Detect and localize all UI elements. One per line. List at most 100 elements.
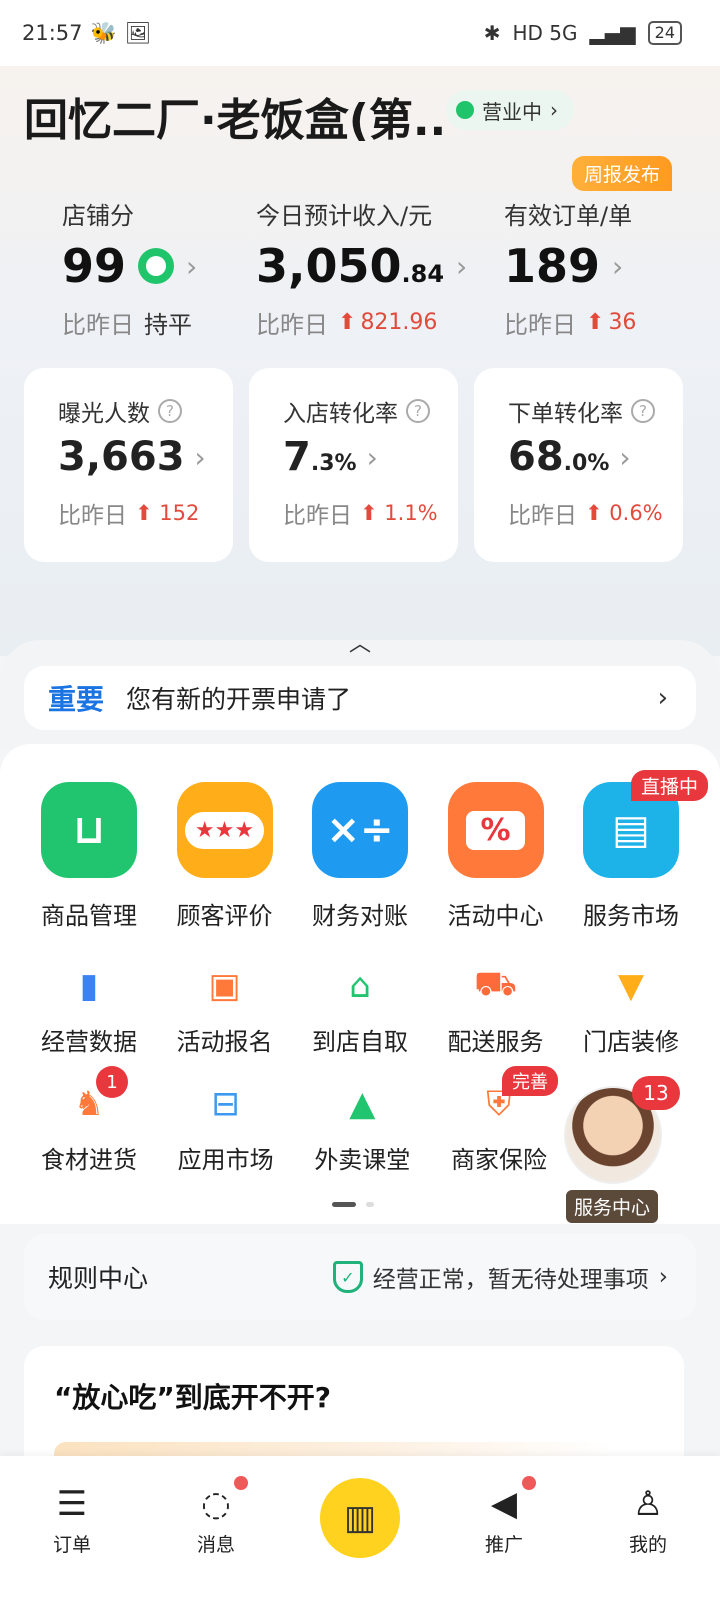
tab-messages[interactable]: ◌ 消息 bbox=[166, 1476, 266, 1557]
unread-dot bbox=[522, 1476, 536, 1490]
tool-label: 服务市场 bbox=[583, 902, 679, 930]
secondary-tools-row-2: ♞ 1 食材进货 ⊟ 应用市场 ▲ 外卖课堂 ⛨ 完善 商家保险 bbox=[24, 1066, 564, 1175]
tool-service-market[interactable]: ▤ 直播中 服务市场 bbox=[566, 770, 708, 931]
tab-orders[interactable]: ☰ 订单 bbox=[22, 1482, 122, 1557]
tool-delivery-service[interactable]: ⛟ 配送服务 bbox=[431, 962, 561, 1057]
tool-activity-center[interactable]: % 活动中心 bbox=[431, 782, 561, 931]
tool-product-management[interactable]: ⊔ 商品管理 bbox=[24, 782, 154, 931]
main-tools-row: ⊔ 商品管理 ★★★ 顾客评价 ×÷ 财务对账 % 活动中心 ▤ 直播中 服务市… bbox=[24, 770, 708, 931]
store-name[interactable]: 回忆二厂·老饭盒(第... bbox=[24, 84, 444, 148]
tab-store-center[interactable]: ▥ bbox=[310, 1478, 410, 1558]
metric-estimated-income[interactable]: 今日预计收入/元 3,050.84 › 比昨日 ⬆ 821.96 bbox=[256, 196, 467, 340]
metric-value: 189 › bbox=[504, 239, 636, 293]
tool-customer-reviews[interactable]: ★★★ 顾客评价 bbox=[160, 782, 290, 931]
tool-activity-signup[interactable]: ▣ 活动报名 bbox=[160, 962, 290, 1057]
metric-compare: 比昨日 持平 bbox=[62, 305, 197, 340]
scooter-icon: ⛟ bbox=[474, 963, 517, 1004]
battery-indicator: 24 bbox=[647, 21, 682, 45]
status-bar: 21:57 🐝 🖼 ✱ HD 5G ▂▄▆ 24 bbox=[0, 0, 720, 66]
service-center-label: 服务中心 bbox=[566, 1190, 659, 1223]
compare-value: 持平 bbox=[144, 311, 192, 339]
card-value: 68.0% bbox=[508, 434, 610, 480]
profile-icon: ♙ bbox=[632, 1484, 664, 1524]
metric-label: 店铺分 bbox=[62, 202, 134, 230]
calculator-icon: ×÷ bbox=[312, 782, 408, 878]
card-label: 下单转化率 bbox=[508, 401, 623, 427]
status-bar-right: ✱ HD 5G ▂▄▆ 24 bbox=[484, 21, 682, 45]
compare-increase: ⬆ 0.6% bbox=[585, 501, 663, 525]
count-badge: 1 bbox=[96, 1066, 128, 1098]
tool-takeout-classroom[interactable]: ▲ 外卖课堂 bbox=[297, 1080, 427, 1175]
weekly-report-badge[interactable]: 周报发布 bbox=[571, 156, 672, 191]
tab-label: 推广 bbox=[484, 1534, 523, 1556]
tab-promotion[interactable]: ◀ 推广 bbox=[454, 1476, 554, 1557]
clock: 21:57 bbox=[22, 21, 83, 45]
store-status-label: 营业中 bbox=[482, 99, 542, 124]
rules-status: ✓ 经营正常，暂无待处理事项 › bbox=[332, 1260, 668, 1294]
help-icon[interactable]: ? bbox=[406, 399, 430, 423]
tool-label: 外卖课堂 bbox=[314, 1146, 411, 1174]
tool-label: 商家保险 bbox=[450, 1146, 547, 1174]
paint-brush-icon: ▼ bbox=[617, 966, 645, 1006]
metric-label: 有效订单/单 bbox=[504, 202, 633, 230]
store-status-button[interactable]: 营业中 › bbox=[446, 90, 574, 130]
tool-business-data[interactable]: ▮ 经营数据 bbox=[24, 962, 154, 1057]
store-center-icon: ▥ bbox=[320, 1478, 400, 1558]
signal-icon: ▂▄▆ bbox=[589, 21, 636, 45]
collapse-chevron-up-icon[interactable]: ︿ bbox=[330, 626, 390, 660]
secondary-tools-row-1: ▮ 经营数据 ▣ 活动报名 ⌂ 到店自取 ⛟ 配送服务 ▼ 门店装修 bbox=[24, 962, 696, 1057]
store-score-value: 99 bbox=[62, 239, 127, 293]
tool-merchant-insurance[interactable]: ⛨ 完善 商家保险 bbox=[434, 1066, 564, 1175]
rules-center[interactable]: 规则中心 ✓ 经营正常，暂无待处理事项 › bbox=[24, 1234, 696, 1320]
tool-store-decoration[interactable]: ▼ 门店装修 bbox=[566, 962, 696, 1057]
card-label: 曝光人数 bbox=[58, 401, 150, 427]
tool-label: 经营数据 bbox=[41, 1028, 137, 1056]
notice-tag: 重要 bbox=[48, 683, 105, 716]
tool-label: 门店装修 bbox=[583, 1028, 679, 1056]
tool-app-market[interactable]: ⊟ 应用市场 bbox=[161, 1080, 291, 1175]
chevron-right-icon: › bbox=[550, 98, 558, 122]
tab-profile[interactable]: ♙ 我的 bbox=[598, 1482, 698, 1557]
tool-self-pickup[interactable]: ⌂ 到店自取 bbox=[295, 962, 425, 1057]
order-icon: ☰ bbox=[56, 1484, 88, 1524]
metric-value: 99 › bbox=[62, 239, 197, 293]
card-exposure[interactable]: 曝光人数? 3,663 › 比昨日 ⬆ 152 bbox=[24, 368, 233, 562]
tab-label: 消息 bbox=[196, 1534, 235, 1556]
chevron-right-icon: › bbox=[619, 440, 631, 474]
orders-value: 189 bbox=[504, 239, 601, 293]
service-center-float[interactable]: 13 服务中心 bbox=[564, 1076, 680, 1223]
tool-label: 食材进货 bbox=[41, 1146, 137, 1174]
notification-icon: 🐝 bbox=[90, 20, 117, 45]
rating-bubble-icon: ★★★ bbox=[176, 782, 273, 878]
tool-ingredient-purchase[interactable]: ♞ 1 食材进货 bbox=[24, 1066, 154, 1175]
card-label: 入店转化率 bbox=[283, 401, 398, 427]
metric-valid-orders[interactable]: 有效订单/单 189 › 比昨日 ⬆ 36 bbox=[504, 196, 636, 340]
pager-dot bbox=[366, 1202, 374, 1207]
conversion-cards: 曝光人数? 3,663 › 比昨日 ⬆ 152 入店转化率? 7.3% › 比昨日 ⬆ … bbox=[24, 368, 696, 562]
help-icon[interactable]: ? bbox=[631, 399, 655, 423]
help-icon[interactable]: ? bbox=[158, 399, 182, 423]
megaphone-icon: ◀ bbox=[490, 1484, 518, 1524]
compare-prefix: 比昨日 bbox=[283, 503, 352, 529]
important-notice[interactable]: 重要 您有新的开票申请了 › bbox=[24, 666, 696, 730]
tool-finance[interactable]: ×÷ 财务对账 bbox=[295, 782, 425, 931]
compare-prefix: 比昨日 bbox=[508, 503, 577, 529]
storefront-icon: ⌂ bbox=[349, 966, 371, 1006]
arrow-up-icon: ⬆ bbox=[338, 310, 357, 335]
calendar-check-icon: ▣ bbox=[208, 966, 241, 1006]
service-count-badge: 13 bbox=[632, 1076, 680, 1110]
chevron-right-icon: › bbox=[186, 249, 198, 283]
coupon-icon: % bbox=[447, 782, 544, 878]
card-order-conversion[interactable]: 下单转化率? 68.0% › 比昨日 ⬆ 0.6% bbox=[474, 368, 683, 562]
status-bar-left: 21:57 🐝 🖼 bbox=[22, 21, 151, 46]
tab-label: 我的 bbox=[628, 1534, 667, 1556]
live-badge: 直播中 bbox=[630, 770, 708, 801]
chevron-right-icon: › bbox=[657, 683, 668, 713]
card-store-conversion[interactable]: 入店转化率? 7.3% › 比昨日 ⬆ 1.1% bbox=[249, 368, 458, 562]
card-value: 3,663 bbox=[58, 434, 185, 480]
gallery-icon: 🖼 bbox=[124, 20, 152, 45]
compare-prefix: 比昨日 bbox=[256, 311, 328, 339]
tool-label: 商品管理 bbox=[41, 902, 137, 930]
metric-store-score[interactable]: 店铺分 99 › 比昨日 持平 bbox=[62, 196, 197, 340]
rules-title: 规则中心 bbox=[48, 1264, 149, 1293]
